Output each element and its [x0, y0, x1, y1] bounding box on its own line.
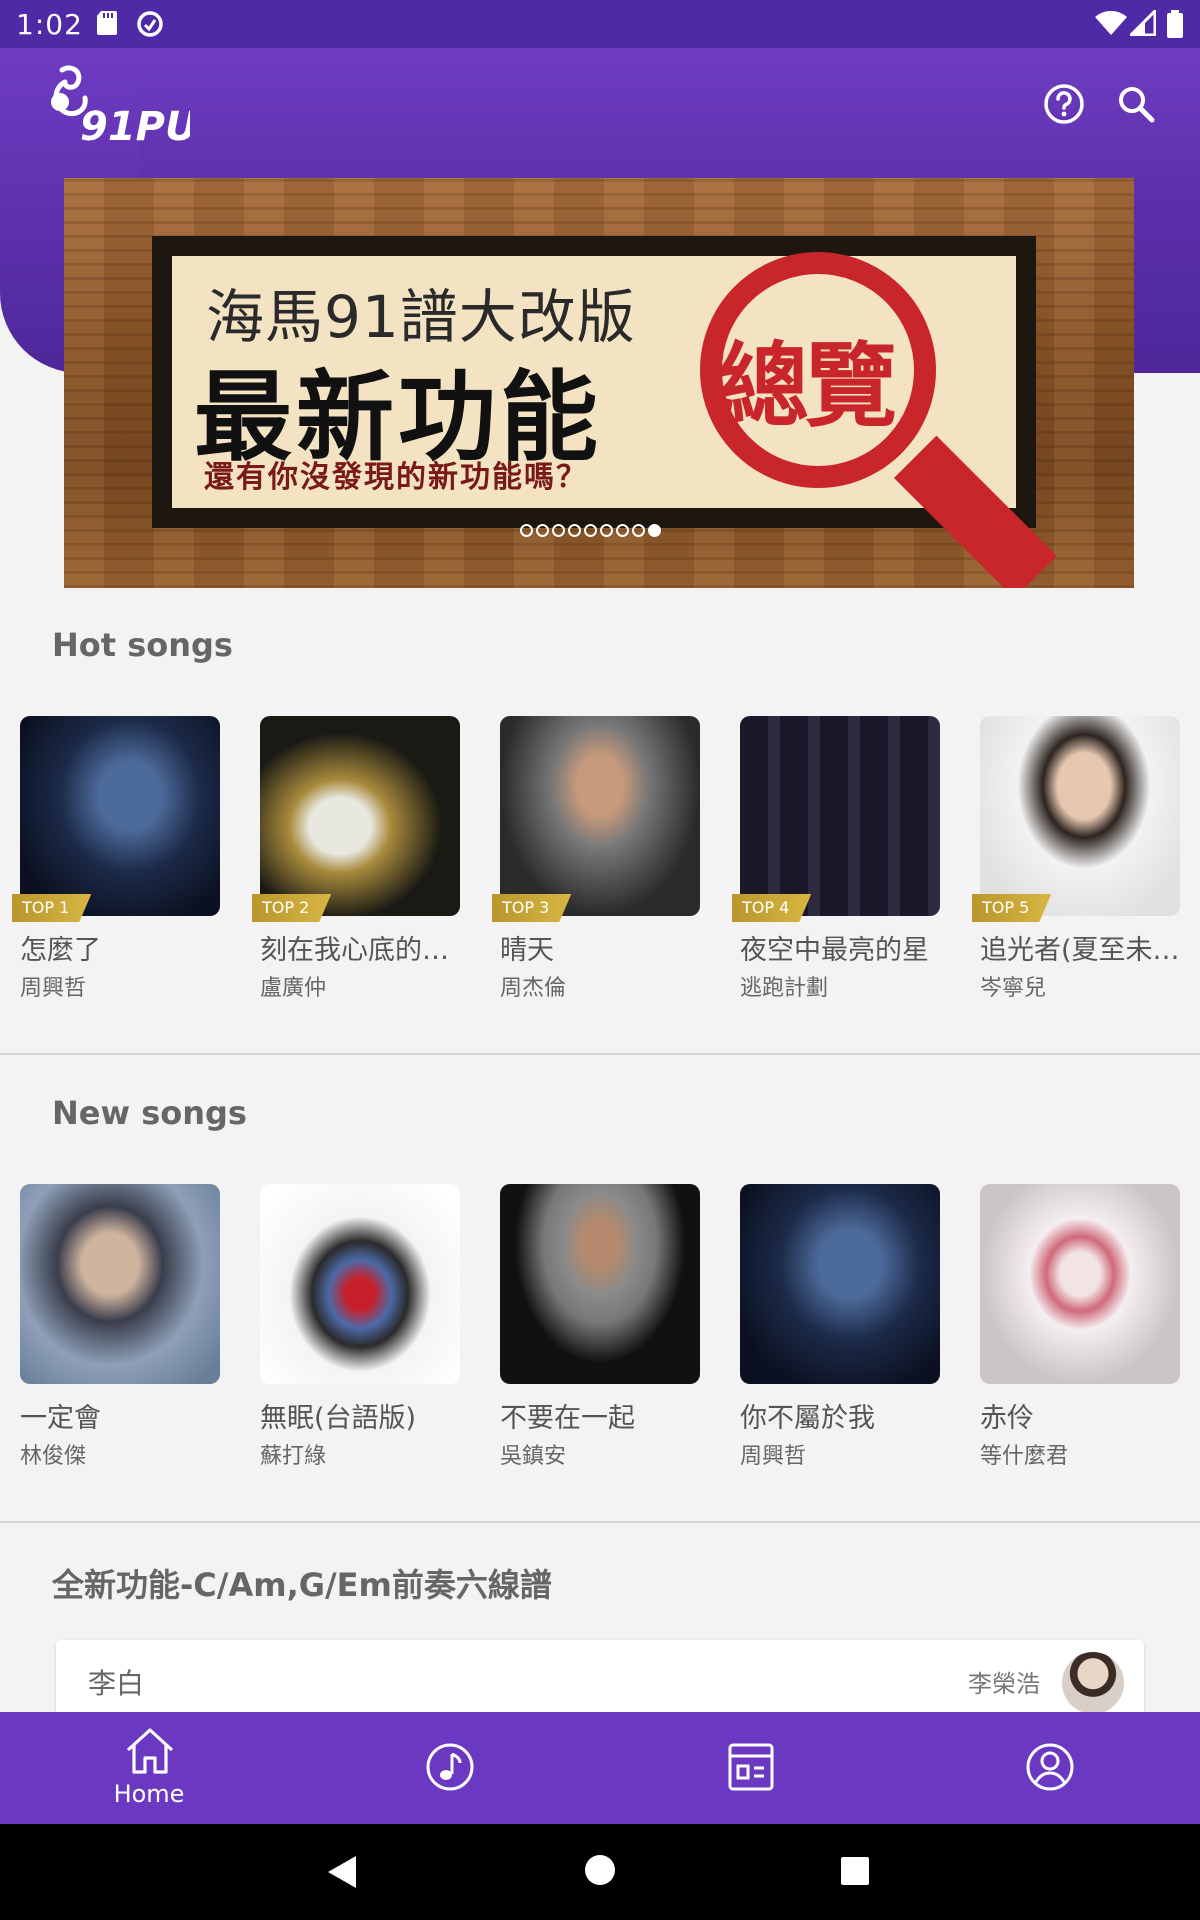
song-title: 不要在一起 — [500, 1403, 635, 1434]
song-artist: 岑寧兒 — [980, 976, 1047, 1001]
home-nav-icon[interactable] — [584, 1854, 616, 1886]
song-title: 夜空中最亮的星 — [740, 935, 929, 966]
song-cover — [740, 1184, 940, 1384]
status-bar: 1:02 — [0, 0, 1200, 48]
bottom-navigation: Home — [0, 1712, 1200, 1824]
rank-tag: TOP 5 — [972, 894, 1051, 922]
rank-tag: TOP 3 — [492, 894, 571, 922]
system-navigation-bar — [0, 1824, 1200, 1920]
rank-tag: TOP 4 — [732, 894, 811, 922]
song-cover — [980, 1184, 1180, 1384]
song-cover — [500, 1184, 700, 1384]
carousel-dot[interactable] — [632, 524, 645, 537]
feature-song-artist: 李榮浩 — [968, 1670, 1040, 1698]
song-cover — [260, 716, 460, 916]
song-artist: 蘇打綠 — [260, 1444, 327, 1469]
data-saver-icon — [137, 11, 163, 37]
banner-line3: 還有你沒發現的新功能嗎？ — [204, 460, 588, 495]
song-artist: 等什麼君 — [980, 1444, 1069, 1469]
song-artist: 盧廣仲 — [260, 976, 327, 1001]
app-logo: 91PU — [40, 62, 197, 152]
rank-tag: TOP 2 — [252, 894, 331, 922]
carousel-dot[interactable] — [536, 524, 549, 537]
section-divider — [0, 1053, 1200, 1055]
music-note-icon — [426, 1743, 474, 1791]
song-cover — [260, 1184, 460, 1384]
wifi-icon — [1095, 10, 1127, 35]
carousel-dot[interactable] — [584, 524, 597, 537]
song-title: 你不屬於我 — [740, 1403, 875, 1434]
sd-card-icon — [97, 11, 117, 35]
promo-banner[interactable]: 海馬91譜大改版 最新功能 還有你沒發現的新功能嗎？ 總覽 — [64, 178, 1134, 588]
banner-board: 海馬91譜大改版 最新功能 還有你沒發現的新功能嗎？ 總覽 — [172, 252, 1016, 508]
song-title: 無眠(台語版) — [260, 1403, 417, 1434]
nav-songs[interactable] — [375, 1712, 525, 1824]
user-icon — [1026, 1743, 1074, 1791]
song-title: 追光者(夏至未… — [980, 935, 1180, 966]
song-title: 晴天 — [500, 935, 554, 966]
song-cover — [500, 716, 700, 916]
song-title: 刻在我心底的… — [260, 935, 449, 966]
status-time: 1:02 — [16, 8, 83, 41]
hot-songs-title: Hot songs — [52, 626, 233, 664]
home-icon — [126, 1728, 174, 1774]
song-artist: 周杰倫 — [500, 976, 567, 1001]
signal-icon — [1130, 10, 1156, 36]
logo-text: 91PU — [80, 104, 190, 150]
rank-tag: TOP 1 — [12, 894, 91, 922]
carousel-dot[interactable] — [568, 524, 581, 537]
nav-profile[interactable] — [975, 1712, 1125, 1824]
battery-icon — [1167, 10, 1183, 38]
artist-avatar — [1062, 1652, 1124, 1714]
section-divider — [0, 1521, 1200, 1523]
article-icon — [728, 1743, 774, 1791]
banner-highlight: 總覽 — [717, 333, 897, 440]
song-title: 一定會 — [20, 1403, 101, 1434]
nav-news[interactable] — [675, 1712, 825, 1824]
carousel-dot[interactable] — [552, 524, 565, 537]
song-artist: 周興哲 — [740, 1444, 807, 1469]
recents-icon[interactable] — [840, 1856, 870, 1886]
song-title: 怎麼了 — [20, 935, 101, 966]
feature-song-title: 李白 — [88, 1667, 145, 1700]
song-artist: 吳鎮安 — [500, 1444, 567, 1469]
feature-section-title: 全新功能-C/Am,G/Em前奏六線譜 — [52, 1566, 552, 1604]
help-icon — [1044, 84, 1084, 124]
carousel-indicator — [520, 524, 661, 537]
song-cover — [740, 716, 940, 916]
nav-home[interactable]: Home — [74, 1712, 224, 1824]
song-artist: 林俊傑 — [20, 1444, 87, 1469]
help-button[interactable] — [1040, 80, 1088, 128]
song-cover — [20, 716, 220, 916]
back-icon[interactable] — [326, 1854, 358, 1890]
carousel-dot[interactable] — [520, 524, 533, 537]
song-cover — [980, 716, 1180, 916]
song-cover — [20, 1184, 220, 1384]
search-button[interactable] — [1112, 80, 1160, 128]
song-title: 赤伶 — [980, 1403, 1034, 1434]
song-artist: 周興哲 — [20, 976, 87, 1001]
search-icon — [1119, 87, 1155, 123]
carousel-dot[interactable] — [616, 524, 629, 537]
carousel-dot[interactable] — [648, 524, 661, 537]
song-artist: 逃跑計劃 — [740, 976, 829, 1001]
carousel-dot[interactable] — [600, 524, 613, 537]
new-songs-title: New songs — [52, 1094, 247, 1132]
nav-home-label: Home — [113, 1780, 185, 1808]
